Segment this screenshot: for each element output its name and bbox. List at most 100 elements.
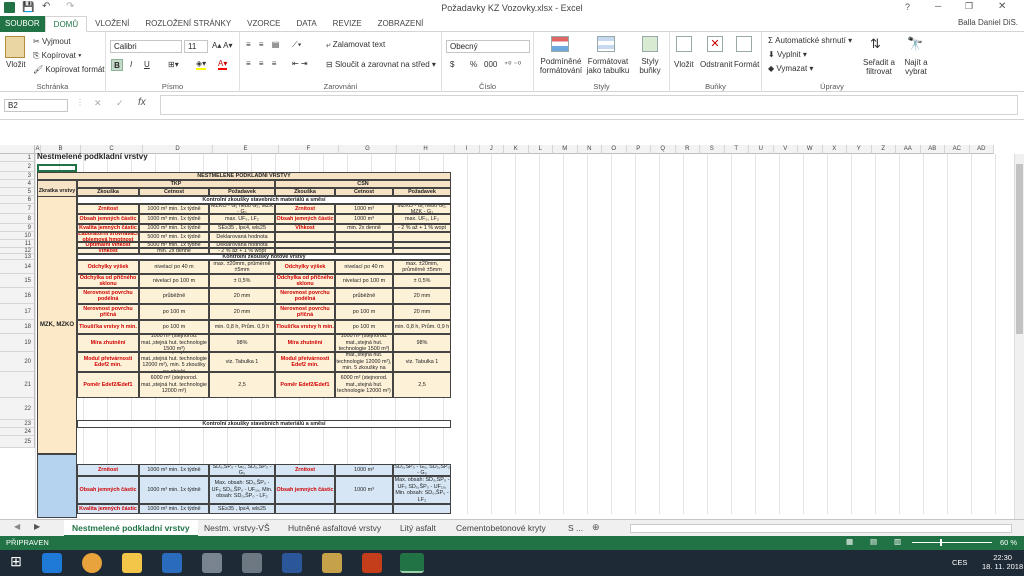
table-cell[interactable]: Vlhkost <box>275 224 335 232</box>
language-indicator[interactable]: CES <box>952 558 967 567</box>
row-header-9[interactable]: 9 <box>0 224 35 232</box>
row-header-17[interactable]: 17 <box>0 304 35 320</box>
table-cell[interactable]: Laboratorní srovnávací objemová hmotnost <box>77 232 139 242</box>
vertical-scrollbar[interactable] <box>1014 154 1024 519</box>
cut-button[interactable]: ✂ Vyjmout <box>33 37 71 46</box>
table-cell[interactable]: Odchylka od příčného sklonu <box>77 274 139 288</box>
select-all-corner[interactable] <box>0 145 35 154</box>
table-cell[interactable]: po 100 m <box>335 320 393 334</box>
fill-button[interactable]: ⬇ Vyplnit ▾ <box>768 50 807 59</box>
borders-icon[interactable]: ⊞▾ <box>168 60 179 69</box>
tab-insert[interactable]: VLOŽENÍ <box>87 16 137 32</box>
table-cell[interactable]: 20 mm <box>209 304 275 320</box>
table-cell[interactable]: Modul přetvárnosti Edef2 min. <box>77 352 139 372</box>
formula-input[interactable] <box>160 95 1018 115</box>
conditional-format-icon[interactable] <box>551 36 569 52</box>
table-cell[interactable]: Zrnitost <box>77 204 139 214</box>
table-cell[interactable]: Obsah jemných částic <box>275 476 335 504</box>
column-header-w[interactable]: W <box>798 145 823 154</box>
clear-button[interactable]: ◆ Vymazat ▾ <box>768 64 813 73</box>
table-cell[interactable]: 1000 m³ (stejnorod. mat.,stejná hut. tec… <box>335 334 393 352</box>
table-cell[interactable]: min. 0,8 h, Prům. 0,9 h <box>209 320 275 334</box>
table-cell[interactable]: max. ±20mm, průměrně ±5mm <box>209 260 275 274</box>
table-cell[interactable]: 5000 m³ min. 1x týdně <box>139 232 209 242</box>
close-icon[interactable]: ✕ <box>998 1 1006 12</box>
normal-view-icon[interactable]: ▦ <box>846 537 853 546</box>
column-header-k[interactable]: K <box>504 145 529 154</box>
table-cell[interactable]: SD₀,ŠP₀ - G₀, SD₀,ŠP₀ - G₀ <box>393 464 451 476</box>
column-header-e[interactable]: E <box>213 145 279 154</box>
table-cell[interactable]: Nerovnost povrchu příčná <box>77 304 139 320</box>
table-cell[interactable]: Nerovnost povrchu příčná <box>275 304 335 320</box>
zoom-slider-thumb[interactable] <box>940 539 942 546</box>
table-cell[interactable]: 2,5 <box>209 372 275 398</box>
table-cell[interactable]: Odchylky výšek <box>77 260 139 274</box>
table-cell[interactable]: min. 0,8 h, Prům. 0,9 h <box>393 320 451 334</box>
format-cells-button[interactable]: Formát <box>734 60 759 69</box>
table-cell[interactable]: 20 mm <box>209 288 275 304</box>
find-select-icon[interactable]: 🔭 <box>907 36 923 52</box>
table-cell[interactable]: Max. obsah: SD₀,ŠP₀ - UF₅ SD₀,ŠP₀ - UF₁₀… <box>209 476 275 504</box>
vertical-align-icons[interactable]: ≡ ≡ ▤ <box>246 40 282 49</box>
table-cell[interactable]: 6000 m² (stejnorod. mat.,stejná hut. tec… <box>139 372 209 398</box>
row-header-10[interactable]: 10 <box>0 232 35 240</box>
table-cell[interactable]: Nerovnost povrchu podélná <box>275 288 335 304</box>
tab-formulas[interactable]: VZORCE <box>239 16 288 32</box>
table-cell[interactable]: po 100 m <box>139 320 209 334</box>
cell-styles-icon[interactable] <box>642 36 658 52</box>
column-header-x[interactable]: X <box>822 145 847 154</box>
table-cell[interactable]: Tloušťka vrstvy h min. <box>275 320 335 334</box>
row-header-21[interactable]: 21 <box>0 372 35 398</box>
table-cell[interactable] <box>335 232 393 242</box>
help-icon[interactable]: ? <box>905 2 910 12</box>
app-icon[interactable] <box>322 553 342 573</box>
table-cell[interactable]: SD₀,ŠP₀ - G₀, SD₀,ŠP₀ - G₀ <box>209 464 275 476</box>
table-cell[interactable]: Kvalita jemných částic <box>77 504 139 514</box>
table-cell[interactable]: Míra zhutnění <box>275 334 335 352</box>
table-cell[interactable]: 1000 m³ <box>335 214 393 224</box>
table-cell[interactable]: ± 0,5% <box>209 274 275 288</box>
row-header-6[interactable]: 6 <box>0 196 35 204</box>
row-header-14[interactable]: 14 <box>0 260 35 274</box>
maximize-icon[interactable]: ❐ <box>965 1 973 12</box>
column-header-l[interactable]: L <box>528 145 553 154</box>
row-header-25[interactable]: 25 <box>0 436 35 448</box>
table-cell[interactable]: Obsah jemných částic <box>275 214 335 224</box>
row-header-8[interactable]: 8 <box>0 214 35 224</box>
decimal-icons[interactable]: ⁺⁰ ⁻⁰ <box>504 60 521 69</box>
table-cell[interactable]: 20 mm <box>393 304 451 320</box>
row-header-11[interactable]: 11 <box>0 240 35 248</box>
sort-filter-icon[interactable]: ⇅ <box>870 36 881 52</box>
format-cells-icon[interactable] <box>736 36 752 52</box>
table-cell[interactable]: ± 0,5% <box>393 274 451 288</box>
table-cell[interactable]: po 100 m <box>139 304 209 320</box>
table-cell[interactable]: 6000 m² (stejnorod. mat.,stejná hut. tec… <box>335 372 393 398</box>
table-cell[interactable]: 1000 m³ <box>335 476 393 504</box>
table-cell[interactable]: 6000 m² (stejnorod. mat.,stejná hut. tec… <box>335 352 393 372</box>
zoom-level[interactable]: 60 % <box>1000 538 1017 547</box>
format-painter-button[interactable]: 🖌 Kopírovat formát <box>33 65 105 74</box>
table-cell[interactable]: SE≥35 , Ip≤4, wl≤25 <box>209 504 275 514</box>
next-sheet-icon[interactable]: ▶ <box>34 522 40 531</box>
row-header-15[interactable]: 15 <box>0 274 35 288</box>
delete-cells-icon[interactable]: ✕ <box>707 36 723 52</box>
currency-button[interactable]: $ <box>450 60 454 69</box>
cancel-icon[interactable]: ✕ <box>94 98 102 109</box>
font-name-select[interactable]: Calibri <box>110 40 182 53</box>
minimize-icon[interactable]: ─ <box>935 1 941 11</box>
table-cell[interactable] <box>275 504 335 514</box>
fill-color-icon[interactable]: ◈▾ <box>196 59 207 70</box>
tab-view[interactable]: ZOBRAZENÍ <box>370 16 432 32</box>
outlook-icon[interactable] <box>162 553 182 573</box>
word-icon[interactable] <box>282 553 302 573</box>
table-cell[interactable]: nivelací po 40 m <box>139 260 209 274</box>
table-cell[interactable]: nivelací po 100 m <box>139 274 209 288</box>
app-icon[interactable] <box>202 553 222 573</box>
row-header-7[interactable]: 7 <box>0 204 35 214</box>
table-cell[interactable]: po 100 m <box>335 304 393 320</box>
font-size-select[interactable]: 11 <box>184 40 208 53</box>
table-cell[interactable] <box>335 504 393 514</box>
sheet-tab[interactable]: Cementobetonové kryty <box>448 520 554 537</box>
row-header-3[interactable]: 3 <box>0 172 35 180</box>
table-cell[interactable]: Zrnitost <box>275 204 335 214</box>
